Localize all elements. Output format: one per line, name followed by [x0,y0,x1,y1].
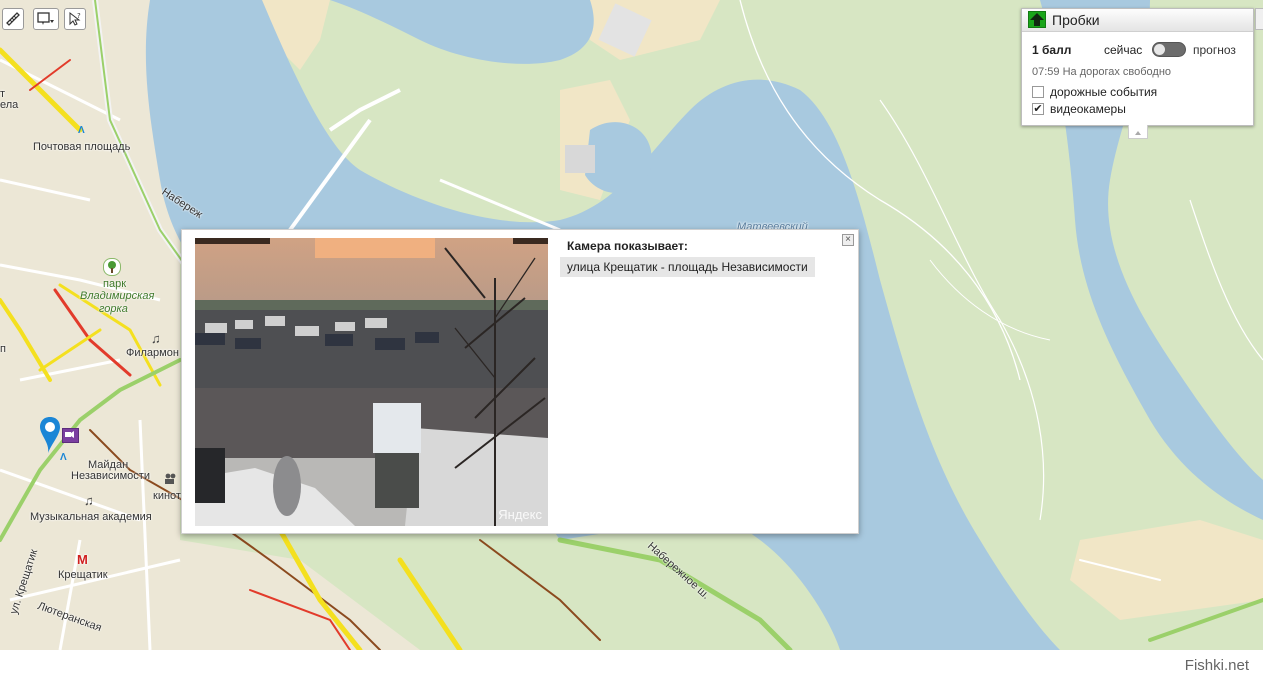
map-pin-icon[interactable] [38,415,62,455]
label-khreshchatyk: Крещатик [58,569,108,581]
label-park-3: горка [99,303,128,315]
cursor-help-button[interactable]: ? [64,8,86,30]
ruler-button[interactable] [2,8,24,30]
webcams-checkbox[interactable]: ✔ [1032,103,1044,115]
metro-icon[interactable]: Λ [78,125,85,136]
road-events-option[interactable]: дорожные события [1032,85,1157,99]
forecast-label[interactable]: прогноз [1193,43,1236,57]
traffic-panel: Пробки 1 балл сейчас прогноз 07:59 На до… [1021,8,1254,126]
label-edge-3: п [0,343,6,355]
footer: Fishki.net [0,650,1263,680]
webcams-option[interactable]: ✔ видеокамеры [1032,102,1126,116]
camera-popup: Яндекс Камера показывает: улица Крещатик… [181,229,859,534]
label-edge-2: ела [0,99,19,111]
label-pochtovaya: Почтовая площадь [33,141,131,153]
road-events-checkbox[interactable] [1032,86,1044,98]
label-maidan-2: Независимости [71,470,150,482]
traffic-header[interactable]: Пробки [1022,9,1253,32]
close-icon[interactable]: × [842,234,854,246]
svg-text:?: ? [77,12,81,20]
add-point-icon [37,12,54,25]
camera-location: улица Крещатик - площадь Независимости [560,257,815,277]
webcam-marker-icon[interactable] [62,428,79,443]
camera-image: Яндекс [195,238,548,526]
collapse-up-icon [1135,131,1141,135]
label-park-1: парк [103,278,127,290]
label-park-2: Владимирская [80,290,155,302]
cursor-help-icon: ? [69,11,81,26]
now-forecast-toggle[interactable] [1152,42,1186,57]
music-note-icon[interactable]: ♫ [151,331,161,346]
popup-title: Камера показывает: [567,239,688,253]
park-tree-icon[interactable] [103,258,121,276]
metro-icon[interactable]: Λ [60,452,67,463]
toggle-knob [1154,44,1165,55]
metro-icon[interactable]: М [77,552,88,567]
layers-button-edge[interactable] [1255,8,1263,30]
road-events-label: дорожные события [1050,85,1158,99]
music-note-icon[interactable]: ♫ [84,493,94,508]
cinema-icon[interactable] [164,473,176,485]
traffic-title: Пробки [1052,12,1100,28]
now-label[interactable]: сейчас [1104,43,1142,57]
collapse-panel-button[interactable] [1128,125,1148,139]
footer-brand: Fishki.net [1184,657,1249,674]
webcams-label: видеокамеры [1050,102,1126,116]
label-filarmonia: Филармон [126,347,179,359]
label-music-academy: Музыкальная академия [30,511,152,523]
traffic-light-icon [1028,11,1046,28]
traffic-status: 07:59 На дорогах свободно [1032,66,1172,78]
camera-watermark: Яндекс [498,507,542,522]
add-point-button[interactable] [33,8,59,30]
ruler-icon [6,12,20,26]
traffic-score: 1 балл [1032,43,1072,57]
